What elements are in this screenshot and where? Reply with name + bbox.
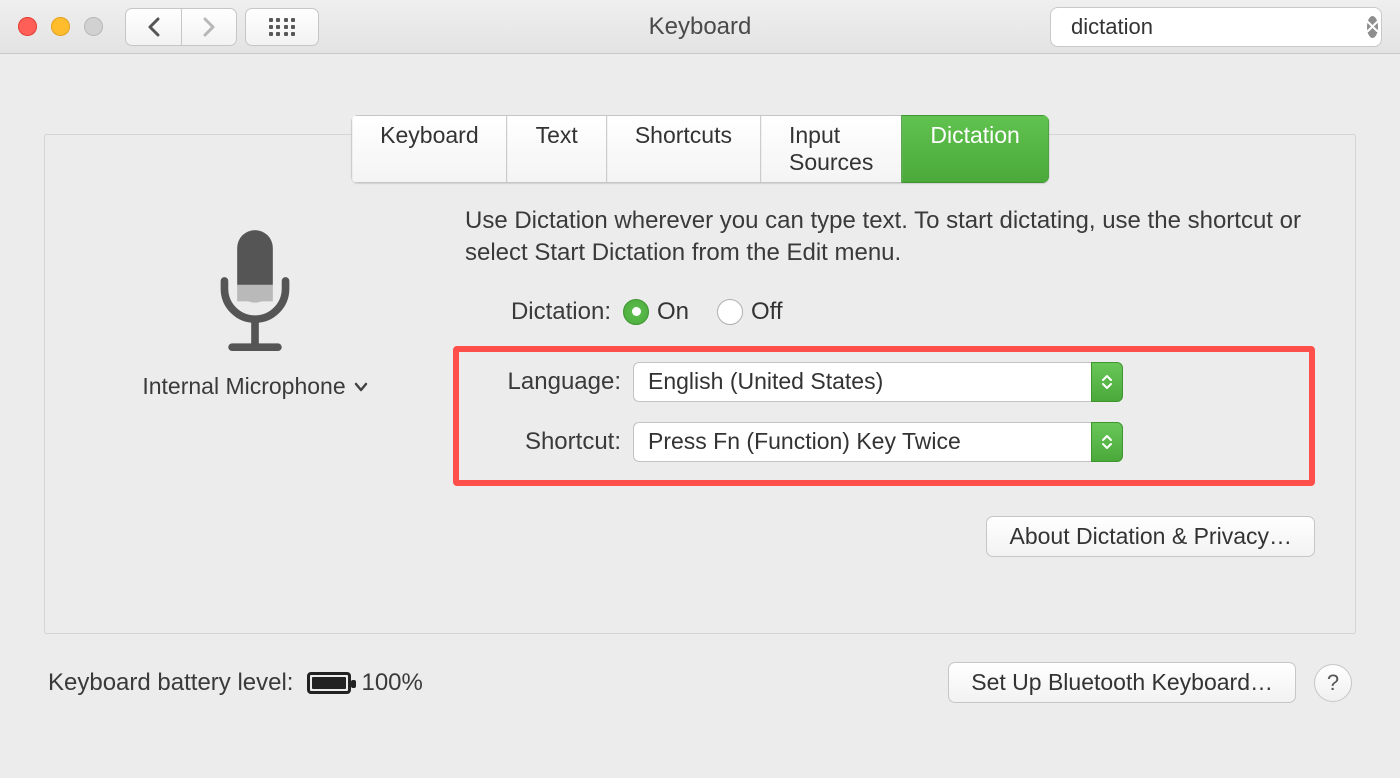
chevron-right-icon: [202, 17, 216, 37]
about-dictation-button[interactable]: About Dictation & Privacy…: [986, 516, 1315, 557]
search-input[interactable]: [1071, 14, 1359, 40]
dictation-off-option[interactable]: Off: [717, 298, 783, 326]
traffic-lights: [18, 17, 103, 36]
dropdown-arrow-icon: [1091, 422, 1123, 462]
forward-button[interactable]: [181, 8, 237, 46]
search-box[interactable]: [1050, 7, 1382, 47]
battery-label: Keyboard battery level:: [48, 669, 293, 697]
tab-dictation[interactable]: Dictation: [901, 115, 1048, 183]
battery-icon: [307, 672, 351, 694]
settings-column: Use Dictation wherever you can type text…: [465, 205, 1355, 633]
radio-on[interactable]: [623, 299, 649, 325]
window-title: Keyboard: [649, 13, 752, 41]
microphone-label: Internal Microphone: [142, 373, 345, 400]
nav-pair: [125, 8, 237, 46]
shortcut-label: Shortcut:: [473, 428, 633, 456]
settings-panel: Keyboard Text Shortcuts Input Sources Di…: [44, 134, 1356, 634]
chevron-left-icon: [147, 17, 161, 37]
setup-bluetooth-button[interactable]: Set Up Bluetooth Keyboard…: [948, 662, 1296, 703]
shortcut-dropdown[interactable]: Press Fn (Function) Key Twice: [633, 422, 1123, 462]
off-label: Off: [751, 298, 783, 326]
shortcut-value: Press Fn (Function) Key Twice: [633, 422, 1091, 462]
dropdown-arrow-icon: [1091, 362, 1123, 402]
highlight-annotation: Language: English (United States) Shortc…: [453, 346, 1315, 486]
radio-off[interactable]: [717, 299, 743, 325]
search-clear-button[interactable]: [1367, 16, 1378, 38]
chevron-down-icon: [354, 382, 368, 392]
on-label: On: [657, 298, 689, 326]
close-icon: [1367, 21, 1378, 32]
dictation-label: Dictation:: [477, 298, 623, 326]
microphone-column: Internal Microphone: [45, 205, 465, 633]
language-value: English (United States): [633, 362, 1091, 402]
tab-bar: Keyboard Text Shortcuts Input Sources Di…: [351, 115, 1049, 183]
show-all-button[interactable]: [245, 8, 319, 46]
titlebar: Keyboard: [0, 0, 1400, 54]
grid-icon: [269, 18, 295, 36]
dictation-description: Use Dictation wherever you can type text…: [465, 205, 1315, 270]
close-window-button[interactable]: [18, 17, 37, 36]
tab-keyboard[interactable]: Keyboard: [351, 115, 506, 183]
panel-body: Internal Microphone Use Dictation wherev…: [45, 135, 1355, 633]
shortcut-row: Shortcut: Press Fn (Function) Key Twice: [473, 422, 1295, 462]
back-button[interactable]: [125, 8, 181, 46]
dictation-toggle-row: Dictation: On Off: [477, 298, 1315, 326]
microphone-icon: [185, 225, 325, 365]
help-button[interactable]: ?: [1314, 664, 1352, 702]
minimize-window-button[interactable]: [51, 17, 70, 36]
battery-percent: 100%: [361, 669, 422, 697]
content-area: Keyboard Text Shortcuts Input Sources Di…: [0, 54, 1400, 634]
dictation-on-option[interactable]: On: [623, 298, 689, 326]
about-row: About Dictation & Privacy…: [465, 516, 1315, 557]
nav-group: [125, 8, 319, 46]
tab-input-sources[interactable]: Input Sources: [760, 115, 901, 183]
language-row: Language: English (United States): [473, 362, 1295, 402]
microphone-selector[interactable]: Internal Microphone: [142, 373, 367, 400]
dictation-radio-group: On Off: [623, 298, 783, 326]
footer: Keyboard battery level: 100% Set Up Blue…: [0, 634, 1400, 731]
language-label: Language:: [473, 368, 633, 396]
tab-text[interactable]: Text: [507, 115, 606, 183]
maximize-window-button[interactable]: [84, 17, 103, 36]
language-dropdown[interactable]: English (United States): [633, 362, 1123, 402]
tab-shortcuts[interactable]: Shortcuts: [606, 115, 760, 183]
